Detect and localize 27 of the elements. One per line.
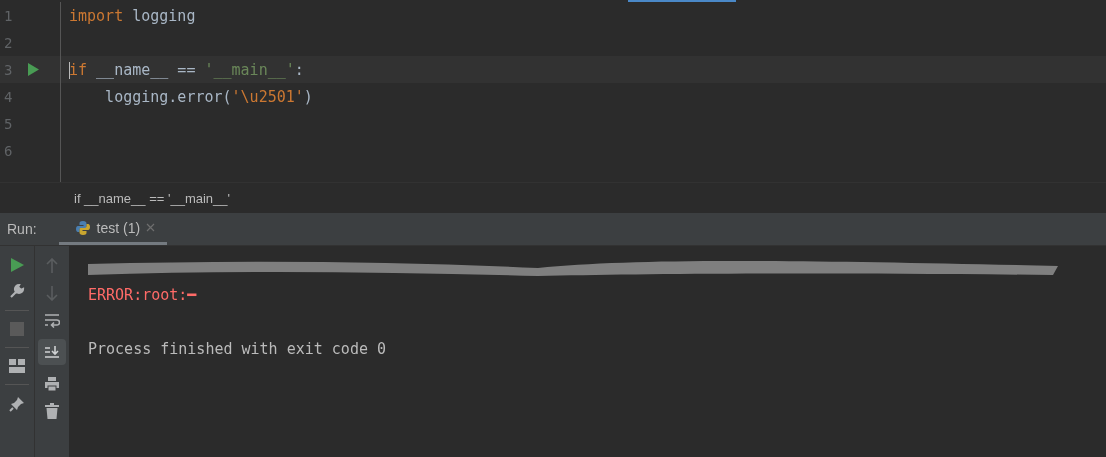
scroll-to-end-button[interactable] (38, 339, 66, 365)
up-arrow-icon (46, 258, 58, 274)
line-number: 4 (3, 88, 14, 105)
trash-icon[interactable] (45, 403, 59, 419)
soft-wrap-icon[interactable] (44, 312, 60, 328)
layout-icon[interactable] (9, 359, 25, 373)
line-number: 6 (3, 142, 14, 159)
scroll-to-end-icon (44, 345, 60, 359)
run-tab[interactable]: test (1) (58, 213, 168, 245)
run-label: Run: (6, 221, 38, 237)
console-output-line: Process finished with exit code 0 (88, 339, 386, 358)
line-number: 5 (3, 115, 14, 132)
line-number: 2 (3, 34, 14, 51)
code-line: import logging (69, 6, 196, 25)
pin-icon[interactable] (9, 396, 25, 412)
wrench-icon[interactable] (9, 283, 25, 299)
code-line: logging.error('\u2501') (104, 87, 313, 106)
python-icon (74, 219, 91, 236)
code-line: if __name__ == '__main__': (69, 60, 304, 79)
print-icon[interactable] (44, 376, 60, 392)
run-icon[interactable] (10, 258, 24, 272)
down-arrow-icon (46, 285, 58, 301)
stop-icon (10, 322, 24, 336)
run-icon[interactable] (28, 63, 39, 76)
line-number: 1 (3, 7, 14, 24)
console-output-line: ERROR:root:━ (88, 285, 197, 304)
breadcrumb[interactable]: if __name__ == '__main__' (74, 190, 231, 206)
